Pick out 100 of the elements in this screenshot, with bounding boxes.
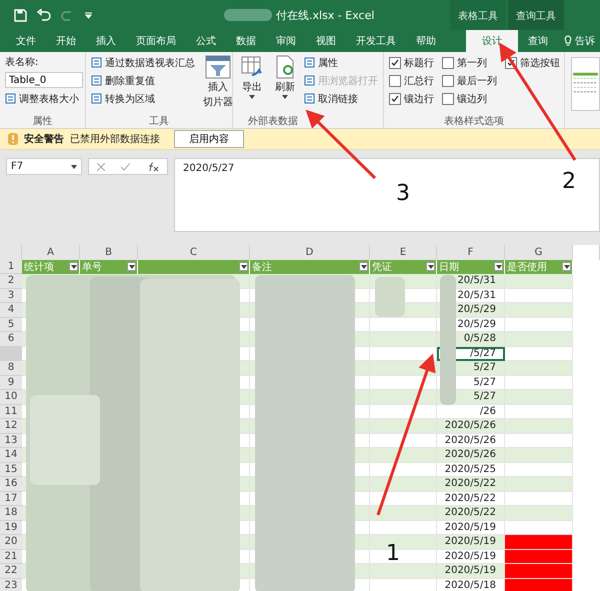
checkbox[interactable]: [442, 56, 454, 68]
table-cell: /5/27: [437, 346, 505, 361]
ribbon-tab[interactable]: 帮助: [406, 30, 446, 52]
header-cell: 凭证: [370, 260, 437, 274]
row-number[interactable]: 16: [0, 477, 22, 492]
pixelated-patch: [375, 277, 405, 317]
row-number[interactable]: 23: [0, 578, 22, 591]
window-title: 付在线.xlsx - Excel: [276, 8, 374, 22]
row-number[interactable]: 12: [0, 419, 22, 434]
tool-button[interactable]: 通过数据透视表汇总: [91, 55, 195, 70]
function-icon[interactable]: [146, 162, 159, 172]
checkbox[interactable]: [442, 74, 454, 86]
filter-dropdown[interactable]: [69, 262, 78, 272]
filter-dropdown[interactable]: [127, 262, 136, 272]
column-header[interactable]: A: [22, 245, 80, 260]
table-style-thumbnail[interactable]: [571, 57, 600, 111]
row-number[interactable]: 6: [0, 332, 22, 346]
caret-icon[interactable]: [249, 95, 255, 99]
ribbon-tab[interactable]: 数据: [226, 30, 266, 52]
document-icon: [304, 93, 315, 104]
column-header[interactable]: F: [437, 245, 505, 260]
lightbulb-icon: [564, 35, 572, 47]
column-header[interactable]: C: [138, 245, 250, 260]
ribbon-tab[interactable]: 设计: [466, 30, 518, 52]
checkbox[interactable]: [389, 74, 401, 86]
context-tab-label: 查询工具: [508, 0, 564, 30]
checkbox-label: 标题行: [404, 56, 434, 70]
row-number[interactable]: 3: [0, 288, 22, 303]
tool-button[interactable]: 删除重复值: [91, 73, 155, 88]
tool-button[interactable]: 转换为区域: [91, 91, 155, 106]
resize-table-button[interactable]: 调整表格大小: [5, 91, 79, 106]
tell-me-label[interactable]: 告诉: [575, 34, 595, 48]
filter-dropdown[interactable]: [562, 262, 571, 272]
row-number[interactable]: 8: [0, 361, 22, 376]
enable-content-button[interactable]: 启用内容: [174, 130, 244, 148]
ribbon-tab[interactable]: 页面布局: [126, 30, 186, 52]
row-number[interactable]: 2: [0, 274, 22, 288]
filter-dropdown[interactable]: [239, 262, 248, 272]
document-icon: [304, 75, 315, 86]
refresh-button[interactable]: 刷新: [272, 55, 298, 114]
ribbon-tab[interactable]: 开始: [46, 30, 86, 52]
checkbox-label: 筛选按钮: [520, 56, 560, 70]
dropdown-caret-icon[interactable]: [71, 164, 77, 168]
row-number[interactable]: 13: [0, 434, 22, 448]
slicer-icon: [205, 55, 231, 79]
row-number[interactable]: 21: [0, 550, 22, 564]
ribbon-tab[interactable]: 审阅: [266, 30, 306, 52]
row-number[interactable]: 9: [0, 376, 22, 390]
group-label: 表格样式选项: [444, 114, 504, 128]
filter-dropdown[interactable]: [359, 262, 368, 272]
annotation-number: 1: [386, 541, 400, 566]
ribbon-tab[interactable]: 公式: [186, 30, 226, 52]
row-number[interactable]: 11: [0, 404, 22, 419]
filter-dropdown[interactable]: [426, 262, 435, 272]
ribbon-tab[interactable]: 插入: [86, 30, 126, 52]
checkbox[interactable]: [389, 92, 401, 104]
document-icon: [304, 57, 315, 68]
ribbon-tab[interactable]: 文件: [6, 30, 46, 52]
table-name-field[interactable]: Table_0: [5, 72, 83, 88]
row-number[interactable]: 17: [0, 492, 22, 506]
resize-icon: [5, 93, 16, 104]
save-icon[interactable]: [14, 8, 27, 22]
column-header[interactable]: G: [505, 245, 573, 260]
column-header[interactable]: B: [80, 245, 138, 260]
filter-dropdown[interactable]: [494, 262, 503, 272]
undo-icon[interactable]: [37, 9, 51, 21]
link-option[interactable]: 属性: [304, 55, 338, 70]
table-cell: 2020/5/26: [437, 448, 505, 462]
checkbox[interactable]: [442, 92, 454, 104]
row-number[interactable]: 18: [0, 506, 22, 520]
row-number[interactable]: 5: [0, 318, 22, 332]
column-header[interactable]: E: [370, 245, 437, 260]
annotation-number: 3: [396, 181, 410, 206]
header-cell: 是否使用: [505, 260, 573, 274]
table-icon: [91, 93, 102, 104]
row-number[interactable]: 15: [0, 462, 22, 477]
ribbon-tab[interactable]: 查询: [518, 30, 558, 52]
header-cell: 备注: [250, 260, 370, 274]
table-cell: 2020/5/19: [437, 564, 505, 578]
ribbon-tab[interactable]: 开发工具: [346, 30, 406, 52]
row-number[interactable]: 14: [0, 448, 22, 462]
row-number[interactable]: 10: [0, 390, 22, 404]
insert-slicer-button[interactable]: 插入 切片器: [201, 55, 235, 114]
caret-icon[interactable]: [282, 95, 288, 99]
row-number[interactable]: 22: [0, 564, 22, 578]
checkbox[interactable]: [389, 56, 401, 68]
blurred-text: [224, 9, 272, 21]
ribbon-tab[interactable]: 视图: [306, 30, 346, 52]
export-button[interactable]: 导出: [238, 55, 266, 114]
table-cell: 2020/5/22: [437, 506, 505, 520]
column-header[interactable]: D: [250, 245, 370, 260]
name-box[interactable]: F7: [6, 158, 82, 175]
link-option[interactable]: 取消链接: [304, 91, 358, 106]
warning-title: 安全警告: [24, 132, 64, 146]
row-number[interactable]: 1: [0, 260, 22, 274]
customize-icon[interactable]: [85, 12, 92, 18]
row-number[interactable]: 20: [0, 535, 22, 550]
refresh-icon: [274, 55, 296, 79]
row-number[interactable]: 19: [0, 520, 22, 535]
row-number[interactable]: 4: [0, 303, 22, 318]
